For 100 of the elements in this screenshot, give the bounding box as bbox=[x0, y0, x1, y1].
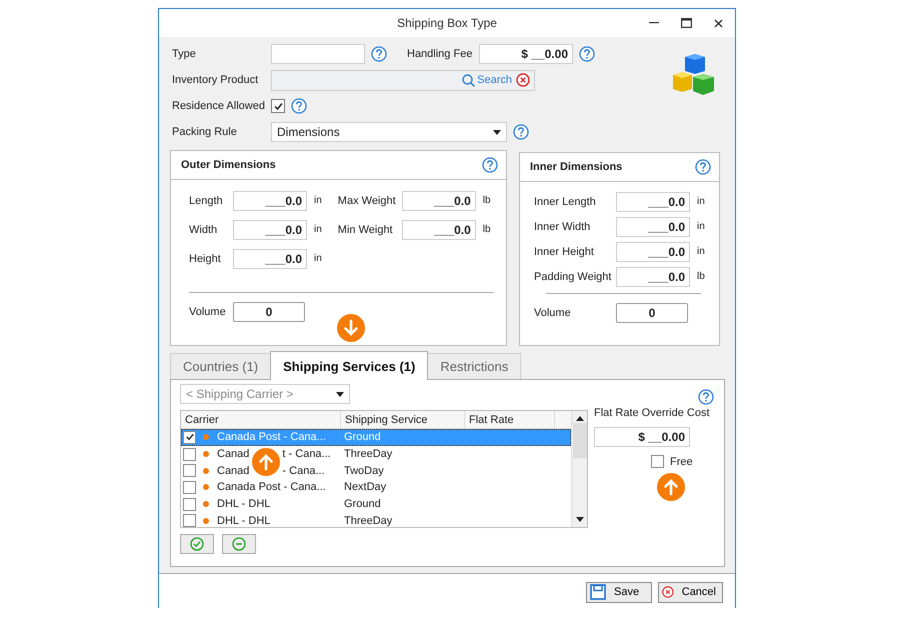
row-checkbox[interactable] bbox=[183, 464, 196, 478]
table-row[interactable]: Canad - Cana... TwoDay bbox=[181, 462, 571, 480]
unit-label: in bbox=[314, 224, 322, 235]
field-label: Width bbox=[189, 224, 218, 236]
cancel-icon bbox=[662, 584, 674, 600]
dimension-field[interactable]: ___0.0 bbox=[233, 220, 307, 240]
field-label: Inner Height bbox=[534, 246, 595, 258]
status-dot-icon bbox=[203, 451, 209, 458]
unit-label: in bbox=[697, 221, 705, 232]
close-icon[interactable] bbox=[714, 18, 723, 28]
service-cell: TwoDay bbox=[344, 464, 384, 477]
help-icon[interactable] bbox=[513, 124, 529, 140]
volume-value: 0 bbox=[233, 302, 305, 322]
tab[interactable]: Restrictions bbox=[427, 353, 522, 379]
help-icon[interactable] bbox=[698, 389, 714, 405]
volume-label: Volume bbox=[534, 306, 572, 318]
status-dot-icon bbox=[203, 434, 209, 440]
row-checkbox[interactable] bbox=[183, 498, 196, 511]
volume-value: 0 bbox=[616, 302, 688, 322]
search-button[interactable]: Search bbox=[462, 74, 512, 86]
unit-label: in bbox=[314, 253, 322, 264]
table-row[interactable]: DHL - DHL ThreeDay bbox=[181, 512, 571, 527]
service-cell: NextDay bbox=[344, 481, 386, 494]
service-cell: Ground bbox=[344, 498, 381, 510]
check-icon bbox=[272, 100, 284, 112]
help-icon[interactable] bbox=[482, 157, 498, 173]
status-dot-icon bbox=[203, 518, 209, 524]
field-label: Height bbox=[189, 252, 222, 264]
carrier-cell-text: Canada Post - Cana... bbox=[217, 431, 327, 444]
row-checkbox[interactable] bbox=[183, 514, 196, 527]
type-field[interactable] bbox=[271, 44, 365, 64]
carrier-cell: - Cana... bbox=[282, 464, 325, 477]
panel-title: Inner Dimensions bbox=[530, 161, 622, 173]
field-label: Inner Width bbox=[534, 220, 592, 232]
status-dot-icon bbox=[203, 468, 209, 474]
inventory-product-label: Inventory Product bbox=[171, 74, 260, 86]
tab[interactable]: Shipping Services (1) bbox=[270, 351, 428, 380]
packing-rule-dropdown[interactable]: Dimensions bbox=[271, 122, 507, 142]
unit-label: lb bbox=[697, 271, 705, 282]
check-icon bbox=[184, 432, 194, 442]
save-button[interactable]: Save bbox=[586, 582, 652, 602]
check-circle-icon bbox=[190, 537, 204, 551]
service-cell: ThreeDay bbox=[344, 448, 392, 460]
row-checkbox[interactable] bbox=[183, 448, 196, 461]
dimension-field[interactable]: ___0.0 bbox=[616, 266, 690, 286]
row-checkbox[interactable] bbox=[183, 430, 196, 444]
remove-button[interactable] bbox=[222, 534, 256, 554]
weight-field[interactable]: ___0.0 bbox=[402, 190, 476, 210]
dimension-field[interactable]: ___0.0 bbox=[233, 248, 307, 268]
clear-icon[interactable] bbox=[516, 73, 530, 87]
carrier-cell: t - Cana... bbox=[282, 448, 331, 460]
maximize-icon[interactable] bbox=[681, 18, 692, 28]
type-label: Type bbox=[171, 48, 197, 60]
add-button[interactable] bbox=[180, 534, 214, 554]
field-label: Min Weight bbox=[338, 224, 394, 236]
column-header[interactable]: Shipping Service bbox=[341, 411, 465, 428]
free-label: Free bbox=[670, 456, 693, 468]
field-label: Length bbox=[189, 194, 224, 206]
service-cell: Ground bbox=[344, 431, 381, 444]
panel-title: Outer Dimensions bbox=[181, 159, 276, 171]
carrier-cell-text: DHL - DHL bbox=[217, 498, 272, 510]
table-row[interactable]: Canad t - Cana... ThreeDay bbox=[181, 446, 571, 462]
help-icon[interactable] bbox=[579, 46, 595, 62]
help-icon[interactable] bbox=[371, 46, 387, 62]
unit-label: lb bbox=[482, 224, 491, 235]
carrier-cell-text: Canada Post - Cana... bbox=[217, 481, 327, 494]
shipping-carrier-dropdown[interactable]: < Shipping Carrier > bbox=[180, 384, 350, 404]
weight-field[interactable]: ___0.0 bbox=[402, 220, 476, 240]
dimension-field[interactable]: ___0.0 bbox=[233, 190, 307, 210]
row-checkbox[interactable] bbox=[183, 480, 196, 494]
column-header[interactable]: Carrier bbox=[181, 411, 341, 428]
dimension-field[interactable]: ___0.0 bbox=[616, 216, 690, 236]
tab[interactable]: Countries (1) bbox=[170, 353, 272, 379]
field-label: Inner Length bbox=[534, 196, 597, 208]
unit-label: in bbox=[697, 246, 705, 257]
flat-rate-override-field[interactable]: $ __0.00 bbox=[594, 427, 690, 447]
dropdown-caret-icon bbox=[493, 130, 501, 134]
column-header[interactable]: Flat Rate bbox=[465, 411, 555, 428]
service-cell: ThreeDay bbox=[344, 514, 392, 527]
handling-fee-field[interactable]: $ __0.00 bbox=[479, 44, 573, 64]
dropdown-caret-icon bbox=[336, 392, 344, 396]
help-icon[interactable] bbox=[695, 159, 711, 175]
scrollbar[interactable] bbox=[571, 411, 587, 527]
inventory-product-field[interactable]: Search bbox=[271, 70, 535, 90]
help-icon[interactable] bbox=[291, 98, 307, 114]
cancel-button[interactable]: Cancel bbox=[658, 582, 723, 602]
dimension-field[interactable]: ___0.0 bbox=[616, 192, 690, 212]
dimension-field[interactable]: ___0.0 bbox=[616, 242, 690, 262]
table-row[interactable]: Canada Post - Cana... NextDay bbox=[181, 479, 571, 496]
scroll-up-icon[interactable] bbox=[576, 416, 584, 421]
status-dot-icon bbox=[203, 501, 209, 508]
minimize-icon[interactable] bbox=[649, 22, 659, 24]
flat-rate-override-label: Flat Rate Override Cost bbox=[594, 407, 710, 419]
free-checkbox[interactable] bbox=[651, 455, 664, 468]
residence-allowed-checkbox[interactable] bbox=[271, 99, 285, 113]
scroll-down-icon[interactable] bbox=[576, 517, 584, 522]
table-row[interactable]: DHL - DHL Ground bbox=[181, 496, 571, 512]
volume-label: Volume bbox=[189, 306, 227, 318]
search-icon bbox=[462, 74, 476, 86]
carrier-cell: Canad bbox=[217, 448, 250, 460]
